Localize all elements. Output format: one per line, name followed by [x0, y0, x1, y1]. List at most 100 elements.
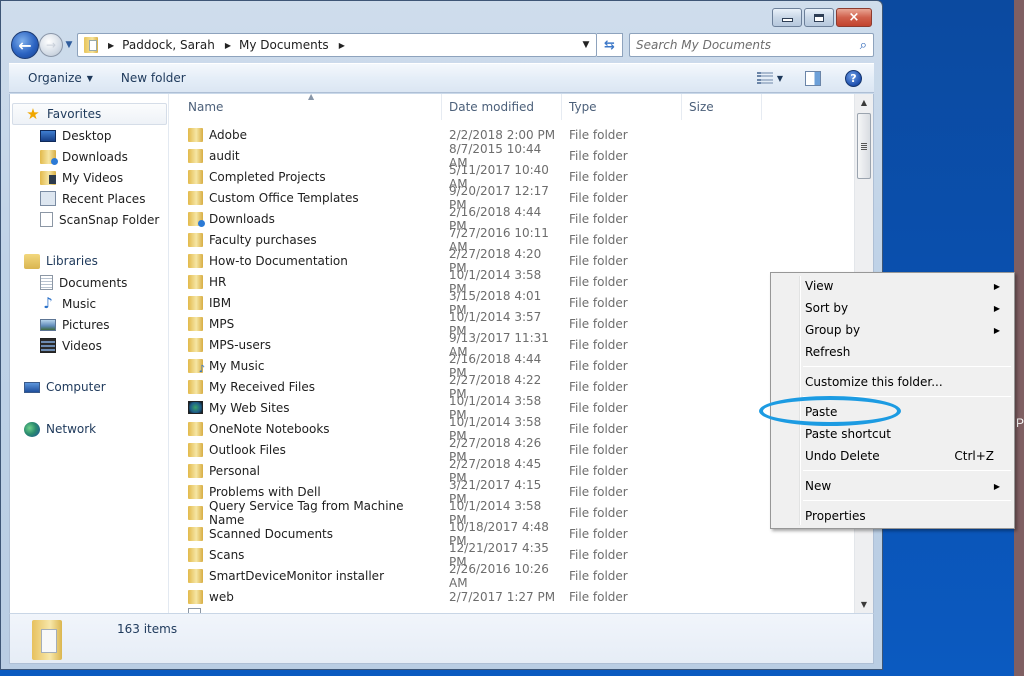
breadcrumb-separator-icon[interactable]: ▶: [339, 41, 345, 50]
nav-favorites[interactable]: ★ Favorites: [12, 103, 167, 125]
address-dropdown-button[interactable]: ▼: [576, 34, 596, 56]
nav-item-label: Videos: [62, 338, 102, 353]
menu-item-undo-delete[interactable]: Undo Delete Ctrl+Z: [805, 445, 1000, 467]
organize-button[interactable]: Organize ▼: [20, 71, 101, 85]
column-header-type[interactable]: Type: [562, 94, 682, 120]
file-name-cell: HR: [170, 274, 442, 289]
address-bar[interactable]: ▶ Paddock, Sarah ▶ My Documents ▶ ▼: [77, 33, 597, 57]
menu-item-paste-shortcut[interactable]: Paste shortcut: [805, 423, 1000, 445]
file-type: File folder: [569, 211, 628, 226]
file-type: File folder: [569, 337, 628, 352]
nav-item-my-videos[interactable]: My Videos: [10, 167, 169, 188]
folder-icon: [188, 463, 203, 478]
nav-item-pictures[interactable]: Pictures: [10, 314, 169, 335]
file-name-cell: Custom Office Templates: [170, 190, 442, 205]
breadcrumb-separator-icon[interactable]: ▶: [225, 41, 231, 50]
menu-item-label: Paste: [805, 405, 838, 419]
minimize-button[interactable]: [772, 8, 802, 27]
file-name: Completed Projects: [209, 169, 326, 184]
refresh-button[interactable]: ⇆: [597, 33, 623, 57]
pictures-icon: [40, 318, 56, 331]
menu-item-view[interactable]: View ▶: [805, 275, 1000, 297]
folder-icon: [188, 169, 203, 184]
column-header-date-modified[interactable]: Date modified: [442, 94, 562, 120]
file-type: File folder: [569, 484, 628, 499]
network-group: Network: [10, 418, 169, 440]
menu-item-shortcut: Ctrl+Z: [954, 449, 994, 463]
breadcrumb-separator-icon[interactable]: ▶: [108, 41, 114, 50]
menu-item-sort-by[interactable]: Sort by ▶: [805, 297, 1000, 319]
file-name-cell: Completed Projects: [170, 169, 442, 184]
nav-item-recent-places[interactable]: Recent Places: [10, 188, 169, 209]
close-icon: ×: [848, 10, 860, 25]
column-header-size[interactable]: Size: [682, 94, 762, 120]
file-name-cell: SmartDeviceMonitor installer: [170, 568, 442, 583]
menu-separator: [803, 396, 1011, 397]
maximize-button[interactable]: [804, 8, 834, 27]
web-sites-folder-icon: [188, 401, 203, 414]
item-count: 163 items: [117, 622, 178, 636]
recent-pages-dropdown[interactable]: ▼: [63, 40, 75, 50]
nav-item-label: ScanSnap Folder: [59, 212, 160, 227]
nav-item-videos[interactable]: Videos: [10, 335, 169, 356]
desktop-icon-label-partial[interactable]: P: [1016, 416, 1024, 430]
arrow-right-icon: →: [45, 38, 57, 52]
nav-network[interactable]: Network: [12, 418, 167, 440]
breadcrumb-my-documents[interactable]: My Documents: [239, 38, 329, 52]
file-row[interactable]: SmartDeviceMonitor installer 2/26/2016 10…: [170, 562, 854, 590]
file-name-cell: Scans: [170, 547, 442, 562]
scroll-down-button[interactable]: ▼: [855, 596, 873, 613]
sort-ascending-icon: ▲: [308, 94, 315, 101]
nav-item-label: Pictures: [62, 317, 110, 332]
chevron-down-icon[interactable]: ▼: [777, 74, 783, 83]
nav-item-scansnap-folder[interactable]: ScanSnap Folder: [10, 209, 169, 230]
file-name: MPS-users: [209, 337, 271, 352]
menu-item-refresh[interactable]: Refresh: [805, 341, 1000, 363]
nav-item-documents[interactable]: Documents: [10, 272, 169, 293]
nav-computer[interactable]: Computer: [12, 376, 167, 398]
chevron-down-icon: ▼: [86, 73, 93, 83]
file-type: File folder: [569, 358, 628, 373]
breadcrumb-paddock-sarah[interactable]: Paddock, Sarah: [122, 38, 215, 52]
forward-button[interactable]: →: [39, 33, 63, 57]
menu-separator: [803, 500, 1011, 501]
file-type: File folder: [569, 526, 628, 541]
new-folder-button[interactable]: New folder: [113, 71, 194, 85]
file-name-cell: Adobe: [170, 127, 442, 142]
column-header-name[interactable]: Name ▲: [170, 94, 442, 120]
nav-libraries[interactable]: Libraries: [12, 250, 167, 272]
help-icon[interactable]: ?: [845, 69, 862, 87]
music-folder-icon: [188, 358, 205, 375]
file-name-cell: My Web Sites: [170, 401, 442, 415]
file-name: Adobe: [209, 127, 247, 142]
documents-icon: [40, 275, 53, 290]
music-icon: ♪: [43, 294, 53, 312]
menu-item-customize-this-folder[interactable]: Customize this folder...: [805, 371, 1000, 393]
back-button[interactable]: ←: [11, 31, 39, 59]
scroll-up-button[interactable]: ▲: [855, 94, 873, 111]
preview-pane-icon[interactable]: [805, 70, 821, 86]
chevron-down-icon: ▼: [582, 40, 590, 50]
chevron-down-icon: ▼: [65, 40, 73, 50]
file-name: My Received Files: [209, 379, 316, 394]
menu-item-new[interactable]: New ▶: [805, 475, 1000, 497]
nav-item-desktop[interactable]: Desktop: [10, 125, 169, 146]
nav-item-music[interactable]: ♪ Music: [10, 293, 169, 314]
search-input[interactable]: [636, 38, 860, 52]
folder-icon: [84, 37, 98, 53]
folder-icon: [188, 274, 203, 289]
menu-item-paste[interactable]: Paste: [805, 401, 1000, 423]
change-view-button[interactable]: ▼: [756, 71, 783, 85]
file-name-cell: MPS: [170, 316, 442, 331]
file-name-cell: IBM: [170, 295, 442, 310]
search-icon[interactable]: ⌕: [860, 38, 867, 53]
close-button[interactable]: ×: [836, 8, 872, 27]
nav-item-downloads[interactable]: Downloads: [10, 146, 169, 167]
menu-item-properties[interactable]: Properties: [805, 505, 1000, 527]
downloads-folder-icon: [40, 149, 58, 165]
file-row[interactable]: web 2/7/2017 1:27 PM File folder: [170, 586, 854, 607]
file-name-cell: OneNote Notebooks: [170, 421, 442, 436]
file-name: OneNote Notebooks: [209, 421, 330, 436]
menu-item-group-by[interactable]: Group by ▶: [805, 319, 1000, 341]
scrollbar-thumb[interactable]: [857, 113, 871, 179]
